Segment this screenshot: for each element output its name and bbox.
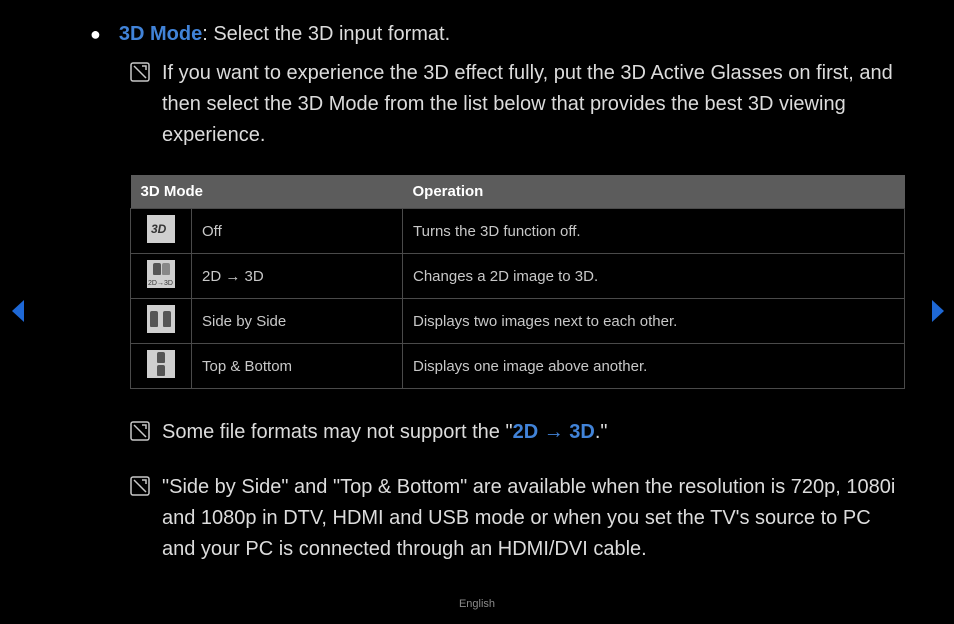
mode-operation: Turns the 3D function off. [403,209,905,254]
note-icon [130,476,150,496]
mode-operation: Displays one image above another. [403,344,905,389]
heading-keyword: 3D Mode [119,23,202,45]
table-row: Side by Side Displays two images next to… [131,299,905,344]
heading-row: ● 3D Mode: Select the 3D input format. [90,20,900,48]
table-row: 2D → 3D Changes a 2D image to 3D. [131,254,905,299]
mode-operation: Displays two images next to each other. [403,299,905,344]
col-header-operation: Operation [403,175,905,209]
table-row: Off Turns the 3D function off. [131,209,905,254]
mode-name: Off [192,209,403,254]
mode-off-icon [147,215,175,243]
note-2: "Side by Side" and "Top & Bottom" are av… [162,472,900,565]
heading-text: 3D Mode: Select the 3D input format. [119,20,450,48]
note-icon [130,62,150,82]
note-1-post: ." [595,421,608,443]
mode-name: Top & Bottom [192,344,403,389]
manual-page: ● 3D Mode: Select the 3D input format. I… [0,0,954,624]
table-row: Top & Bottom Displays one image above an… [131,344,905,389]
mode-2d3d-icon [147,260,175,288]
mode-name: Side by Side [192,299,403,344]
intro-note: If you want to experience the 3D effect … [162,58,900,151]
mode-sbs-icon [147,305,175,333]
modes-table: 3D Mode Operation Off Turns the 3D funct… [130,175,905,389]
arrow-left-icon [10,300,28,322]
note-1-pre: Some file formats may not support the " [162,421,513,443]
mode-operation: Changes a 2D image to 3D. [403,254,905,299]
note-1: Some file formats may not support the "2… [162,417,608,448]
mode-tb-icon [147,350,175,378]
prev-page-button[interactable] [10,300,28,322]
note-1-keyword: 2D → 3D [513,421,595,443]
next-page-button[interactable] [928,300,946,322]
footer-language: English [0,598,954,610]
bullet-icon: ● [90,20,101,48]
note-icon [130,421,150,441]
col-header-mode: 3D Mode [131,175,403,209]
arrow-right-icon [928,300,946,322]
mode-name: 2D → 3D [192,254,403,299]
heading-rest: : Select the 3D input format. [202,23,450,45]
